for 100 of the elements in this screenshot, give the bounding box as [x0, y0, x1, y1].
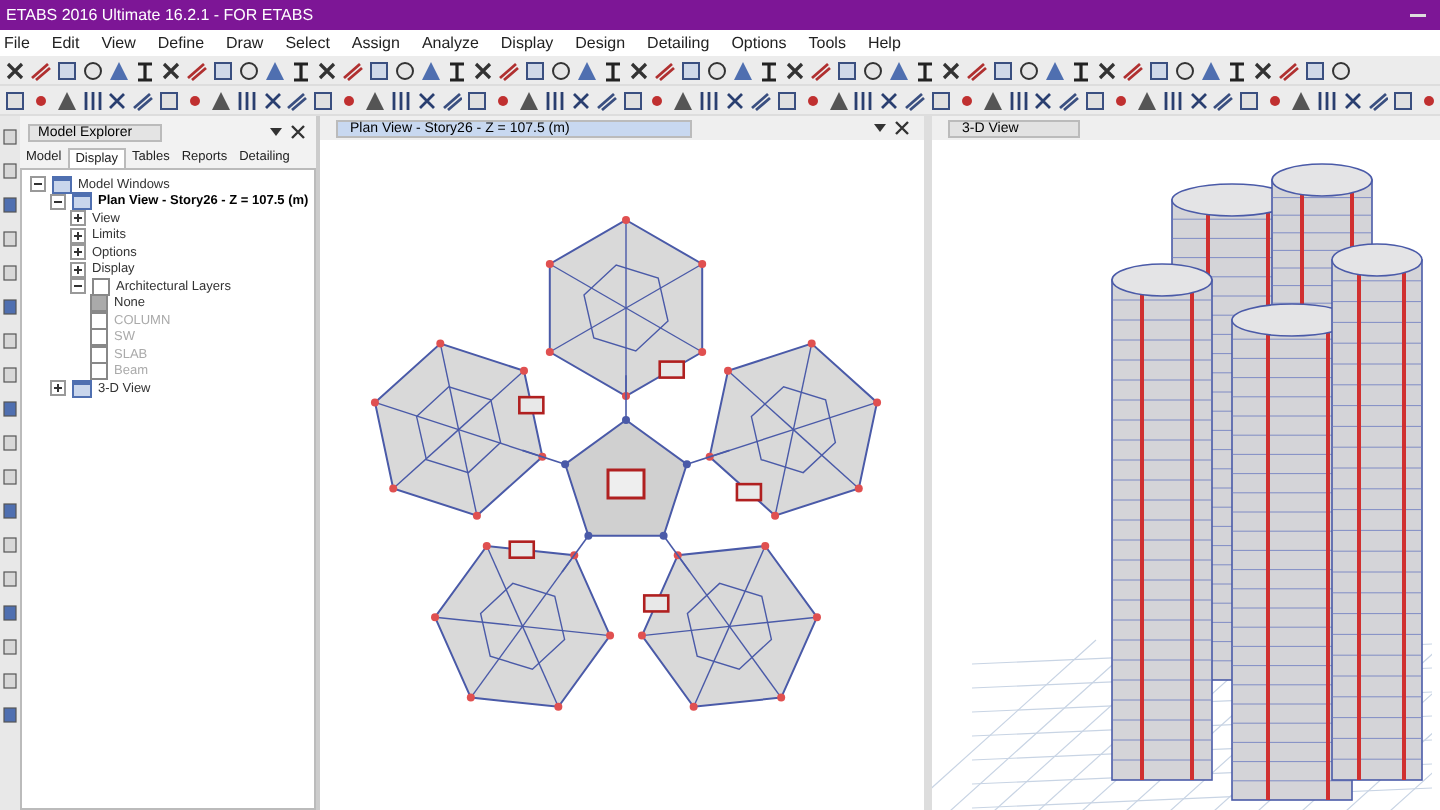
menu-item[interactable]: Tools [808, 34, 846, 52]
tool-icon[interactable] [1148, 59, 1170, 81]
menu-item[interactable]: Options [731, 34, 787, 52]
tool-icon[interactable] [316, 59, 338, 81]
tool-icon[interactable] [1084, 89, 1106, 111]
tool-icon[interactable] [82, 59, 104, 81]
tool-icon[interactable] [472, 59, 494, 81]
menu-item[interactable]: Detailing [647, 34, 710, 52]
tool-icon[interactable] [914, 59, 936, 81]
checkbox[interactable] [90, 294, 108, 313]
tool-icon[interactable] [904, 89, 926, 111]
tool-icon[interactable] [836, 59, 858, 81]
tool-icon[interactable] [56, 59, 78, 81]
tool-icon[interactable] [441, 89, 463, 111]
tool-icon[interactable] [992, 59, 1014, 81]
tool-icon[interactable] [1212, 89, 1235, 111]
tool-icon[interactable] [261, 89, 283, 111]
window-icon [72, 379, 92, 398]
expander-icon[interactable] [70, 244, 86, 261]
tool-icon[interactable] [4, 59, 26, 81]
panel-controls-icon[interactable] [268, 124, 308, 140]
tool-icon[interactable] [852, 89, 875, 111]
tool-icon[interactable] [698, 89, 721, 111]
expander-icon[interactable] [30, 176, 46, 193]
tool-icon[interactable] [524, 59, 546, 81]
tool-icon[interactable] [312, 89, 335, 111]
tool-icon[interactable] [940, 59, 962, 81]
tool-icon[interactable] [1330, 59, 1352, 81]
tool-icon[interactable] [621, 89, 643, 111]
expander-icon[interactable] [50, 380, 66, 397]
panel-controls-icon[interactable] [872, 120, 912, 136]
tool-icon[interactable] [466, 89, 489, 111]
tool-icon[interactable] [784, 59, 806, 81]
tool-icon[interactable] [1252, 59, 1274, 81]
menu-item[interactable]: Analyze [421, 34, 479, 52]
tool-icon[interactable] [749, 89, 772, 111]
tool-icon[interactable] [544, 89, 566, 111]
tool-icon[interactable] [1018, 59, 1040, 81]
tool-icon[interactable] [1070, 59, 1092, 81]
tool-icon[interactable] [389, 89, 412, 111]
tool-icon[interactable] [415, 89, 438, 111]
tool-icon[interactable] [1096, 59, 1118, 81]
tool-icon[interactable] [394, 59, 416, 81]
tool-icon[interactable] [628, 59, 650, 81]
tool-icon[interactable] [1032, 89, 1055, 111]
menu-item[interactable]: Help [867, 34, 901, 52]
tool-icon[interactable] [368, 59, 390, 81]
tool-icon[interactable] [132, 89, 155, 111]
menu-item[interactable]: Display [500, 34, 554, 52]
tool-icon[interactable] [212, 59, 234, 81]
tool-icon[interactable] [1341, 89, 1364, 111]
tool-icon[interactable] [446, 59, 468, 81]
expander-icon[interactable] [50, 193, 66, 210]
tool-icon[interactable] [1304, 59, 1326, 81]
tool-icon[interactable] [775, 89, 798, 111]
tool-icon[interactable] [290, 59, 312, 81]
tool-icon[interactable] [758, 59, 780, 81]
tool-icon[interactable] [4, 89, 26, 111]
menu-item[interactable]: Design [575, 34, 626, 52]
menu-item[interactable]: Draw [226, 34, 264, 52]
tool-icon[interactable] [1058, 89, 1081, 111]
menu-item[interactable]: Select [285, 34, 330, 52]
expander-icon[interactable] [70, 261, 86, 278]
tool-icon[interactable] [1367, 89, 1389, 111]
tool-icon[interactable] [1161, 89, 1184, 111]
tool-icon[interactable] [286, 89, 309, 111]
menu-item[interactable]: View [101, 34, 136, 52]
tool-icon[interactable] [106, 89, 129, 111]
window-title: ETABS 2016 Ultimate 16.2.1 - FOR ETABS [6, 6, 314, 24]
tool-icon[interactable] [550, 59, 572, 81]
tool-icon[interactable] [878, 89, 901, 111]
tool-icon[interactable] [1187, 89, 1209, 111]
tool-icon[interactable] [1392, 89, 1415, 111]
expander-icon[interactable] [70, 227, 86, 244]
tool-icon[interactable] [706, 59, 728, 81]
tool-icon[interactable] [134, 59, 156, 81]
expander-icon[interactable] [70, 210, 86, 227]
menu-item[interactable]: Assign [351, 34, 400, 52]
tool-icon[interactable] [158, 89, 181, 111]
menu-item[interactable]: Edit [51, 34, 80, 52]
tool-icon[interactable] [862, 59, 884, 81]
tool-icon[interactable] [1226, 59, 1248, 81]
tool-icon[interactable] [1174, 59, 1196, 81]
tool-icon[interactable] [1007, 89, 1029, 111]
tool-icon[interactable] [1238, 89, 1261, 111]
tool-icon[interactable] [81, 89, 103, 111]
menu-item[interactable]: Define [157, 34, 205, 52]
menu-item[interactable]: File [4, 34, 30, 52]
tool-icon[interactable] [1315, 89, 1338, 111]
expander-icon[interactable] [70, 278, 86, 295]
tool-icon[interactable] [929, 89, 952, 111]
tool-icon[interactable] [680, 59, 702, 81]
tool-icon[interactable] [569, 89, 592, 111]
checkbox[interactable] [92, 277, 110, 296]
tool-icon[interactable] [595, 89, 618, 111]
tool-icon[interactable] [602, 59, 624, 81]
tool-icon[interactable] [160, 59, 182, 81]
tool-icon[interactable] [238, 59, 260, 81]
tool-icon[interactable] [724, 89, 746, 111]
tool-icon[interactable] [235, 89, 258, 111]
